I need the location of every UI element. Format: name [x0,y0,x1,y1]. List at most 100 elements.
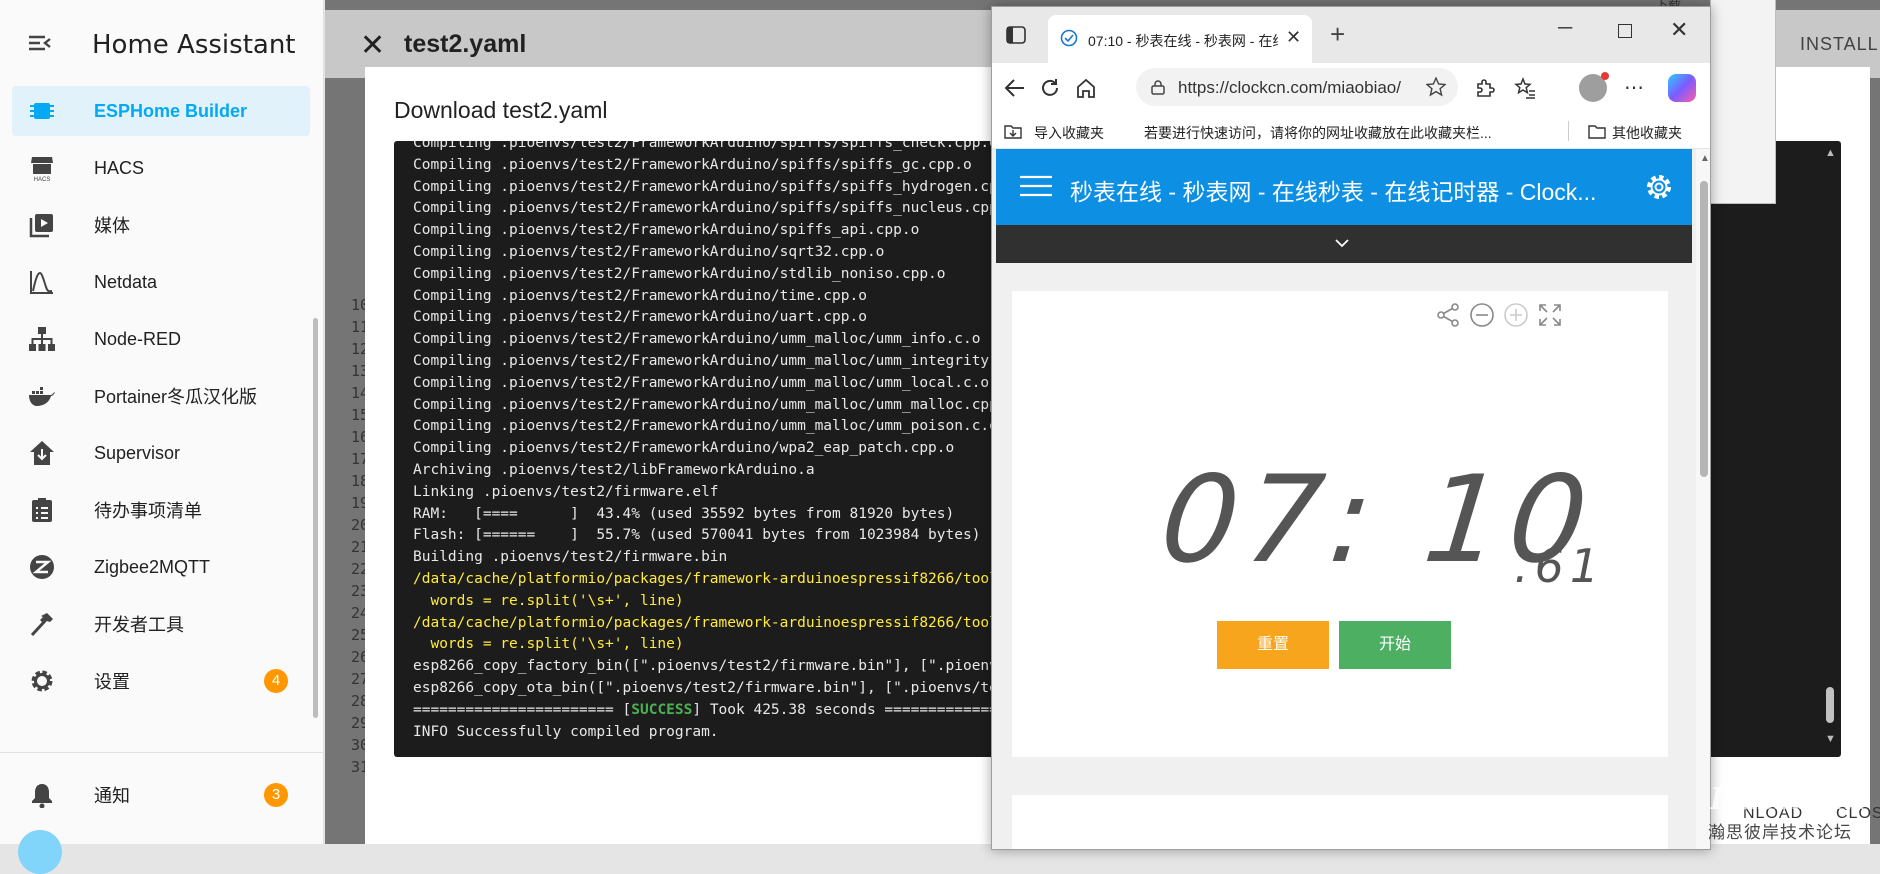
favorites-list-icon[interactable] [1514,77,1536,99]
lock-icon[interactable] [1150,79,1166,95]
tab-close-icon[interactable]: ✕ [1286,27,1301,48]
site-expand-bar[interactable] [996,225,1692,263]
sidebar-item-label: Node-RED [94,328,182,349]
favorites-bar: 导入收藏夹 若要进行快速访问，请将你的网址收藏放在此收藏夹栏... 其他收藏夹 [992,113,1710,149]
zoom-out-icon[interactable] [1468,301,1496,329]
stopwatch-milliseconds: .61 [1514,539,1606,593]
sidebar-item-hacs[interactable]: HACS HACS [12,143,310,193]
sidebar-scrollbar[interactable] [311,82,319,730]
window-close-icon[interactable]: ✕ [1670,17,1688,43]
tab-bar: 07:10 - 秒表在线 - 秒表网 - 在线秒表 ✕ + ─ ✕ [992,7,1710,63]
chevron-down-icon[interactable] [1332,233,1352,253]
avatar[interactable] [18,830,62,874]
page-scrollbar-thumb[interactable] [1700,181,1708,477]
sidebar-header: Home Assistant [0,0,323,90]
sidebar-item-label: 设置 [94,672,130,692]
gear-icon [22,661,62,701]
page-scrollbar[interactable]: ▲ [1696,149,1710,849]
copilot-icon[interactable] [1668,74,1696,102]
sidebar-item-notifications[interactable]: 通知 3 [12,770,310,820]
sidebar-item-netdata[interactable]: Netdata [12,257,310,307]
hammer-icon [22,604,62,644]
reset-button[interactable]: 重置 [1217,621,1329,669]
close-editor-icon[interactable]: ✕ [360,31,385,61]
console-scrollbar[interactable]: ▲ ▼ [1819,141,1841,757]
sidebar-item-portainer[interactable]: Portainer冬瓜汉化版 [12,371,310,421]
window-minimize-icon[interactable]: ─ [1558,17,1572,40]
ha-sidebar: Home Assistant ESPHome Builder HACS HACS… [0,0,324,874]
more-menu-icon[interactable]: ⋯ [1624,75,1646,99]
hassbian-watermark: Hassbian .com 瀚思彼岸技术论坛 [1706,772,1876,844]
webpage-viewport: 秒表在线 - 秒表网 - 在线秒表 - 在线记时器 - Clock... 07:… [992,149,1696,849]
console-scrollbar-thumb[interactable] [1826,687,1834,723]
fullscreen-icon[interactable] [1536,301,1564,329]
scroll-down-arrow-icon[interactable]: ▼ [1825,733,1836,745]
log-success-prefix: ======================= [ [413,701,632,718]
active-tab[interactable]: 07:10 - 秒表在线 - 秒表网 - 在线秒表 ✕ [1048,15,1312,63]
sidebar-item-label: 待办事项清单 [94,501,202,521]
esphome-chip-icon [22,91,62,131]
start-button[interactable]: 开始 [1339,621,1451,669]
back-arrow-icon[interactable] [1004,77,1026,99]
hacs-icon: HACS [22,148,62,188]
sidebar-item-supervisor[interactable]: Supervisor [12,428,310,478]
sidebar-item-media[interactable]: 媒体 [12,200,310,250]
sidebar-item-label: ESPHome Builder [94,100,248,121]
install-button[interactable]: INSTALL [1800,34,1879,55]
bell-icon [22,775,62,815]
settings-badge: 4 [264,669,288,693]
folder-icon[interactable] [1588,124,1606,139]
secondary-card [1012,795,1668,849]
favorite-star-icon[interactable] [1426,77,1446,97]
menu-collapse-icon[interactable] [26,32,52,58]
share-icon[interactable] [1434,301,1462,329]
import-favorites-icon[interactable] [1004,123,1022,139]
clipboard-list-icon [22,490,62,530]
sidebar-item-settings[interactable]: 设置 4 [12,656,310,706]
other-favorites-link[interactable]: 其他收藏夹 [1612,123,1682,143]
sidebar-item-label: Supervisor [94,442,181,463]
stopwatch-card: 07: 10 .61 重置 开始 [1012,291,1668,757]
tab-actions-icon[interactable] [1006,25,1026,45]
sidebar-item-label: 开发者工具 [94,615,184,635]
sidebar-scrollbar-thumb[interactable] [313,318,318,718]
editor-title: test2.yaml [404,30,527,58]
sidebar-divider [0,752,324,753]
sidebar-item-todo[interactable]: 待办事项清单 [12,485,310,535]
zigbee-icon [22,547,62,587]
media-icon [22,205,62,245]
sidebar-item-esphome[interactable]: ESPHome Builder [12,86,310,136]
favorites-separator [1568,121,1569,141]
sidebar-item-node-red[interactable]: Node-RED [12,314,310,364]
sidebar-item-label: 通知 [94,786,130,806]
import-favorites-link[interactable]: 导入收藏夹 [1034,123,1104,143]
site-menu-icon[interactable] [1020,175,1052,197]
favorites-hint-text: 若要进行快速访问，请将你的网址收藏放在此收藏夹栏... [1144,125,1492,141]
new-tab-icon[interactable]: + [1330,21,1345,47]
url-text[interactable]: https://clockcn.com/miaobiao/ [1178,78,1401,98]
address-bar[interactable]: https://clockcn.com/miaobiao/ [1136,68,1458,106]
sidebar-item-label: 媒体 [94,216,130,236]
sidebar-item-label: Zigbee2MQTT [94,556,211,577]
docker-whale-icon [22,376,62,416]
watermark-domain: .com [1822,772,1862,792]
site-settings-gear-icon[interactable] [1644,172,1674,202]
sidebar-item-label: HACS [94,157,145,178]
home-icon[interactable] [1075,77,1097,99]
background-download-window: 下载 [1655,0,1776,204]
notifications-badge: 3 [264,783,288,807]
sidebar-item-label: Netdata [94,271,158,292]
sidebar-item-developer-tools[interactable]: 开发者工具 [12,599,310,649]
window-maximize-icon[interactable] [1618,24,1632,38]
scroll-up-arrow-icon[interactable]: ▲ [1700,153,1710,164]
site-title: 秒表在线 - 秒表网 - 在线秒表 - 在线记时器 - Clock... [1070,179,1597,205]
refresh-icon[interactable] [1039,77,1061,99]
scroll-up-arrow-icon[interactable]: ▲ [1825,147,1836,159]
extensions-puzzle-icon[interactable] [1474,77,1496,99]
profile-status-dot [1601,72,1609,80]
netdata-chart-icon [22,262,62,302]
edge-browser-window: 07:10 - 秒表在线 - 秒表网 - 在线秒表 ✕ + ─ ✕ https:… [991,6,1711,850]
zoom-in-icon[interactable] [1502,301,1530,329]
site-header: 秒表在线 - 秒表网 - 在线秒表 - 在线记时器 - Clock... [996,149,1692,225]
sidebar-item-zigbee2mqtt[interactable]: Zigbee2MQTT [12,542,310,592]
